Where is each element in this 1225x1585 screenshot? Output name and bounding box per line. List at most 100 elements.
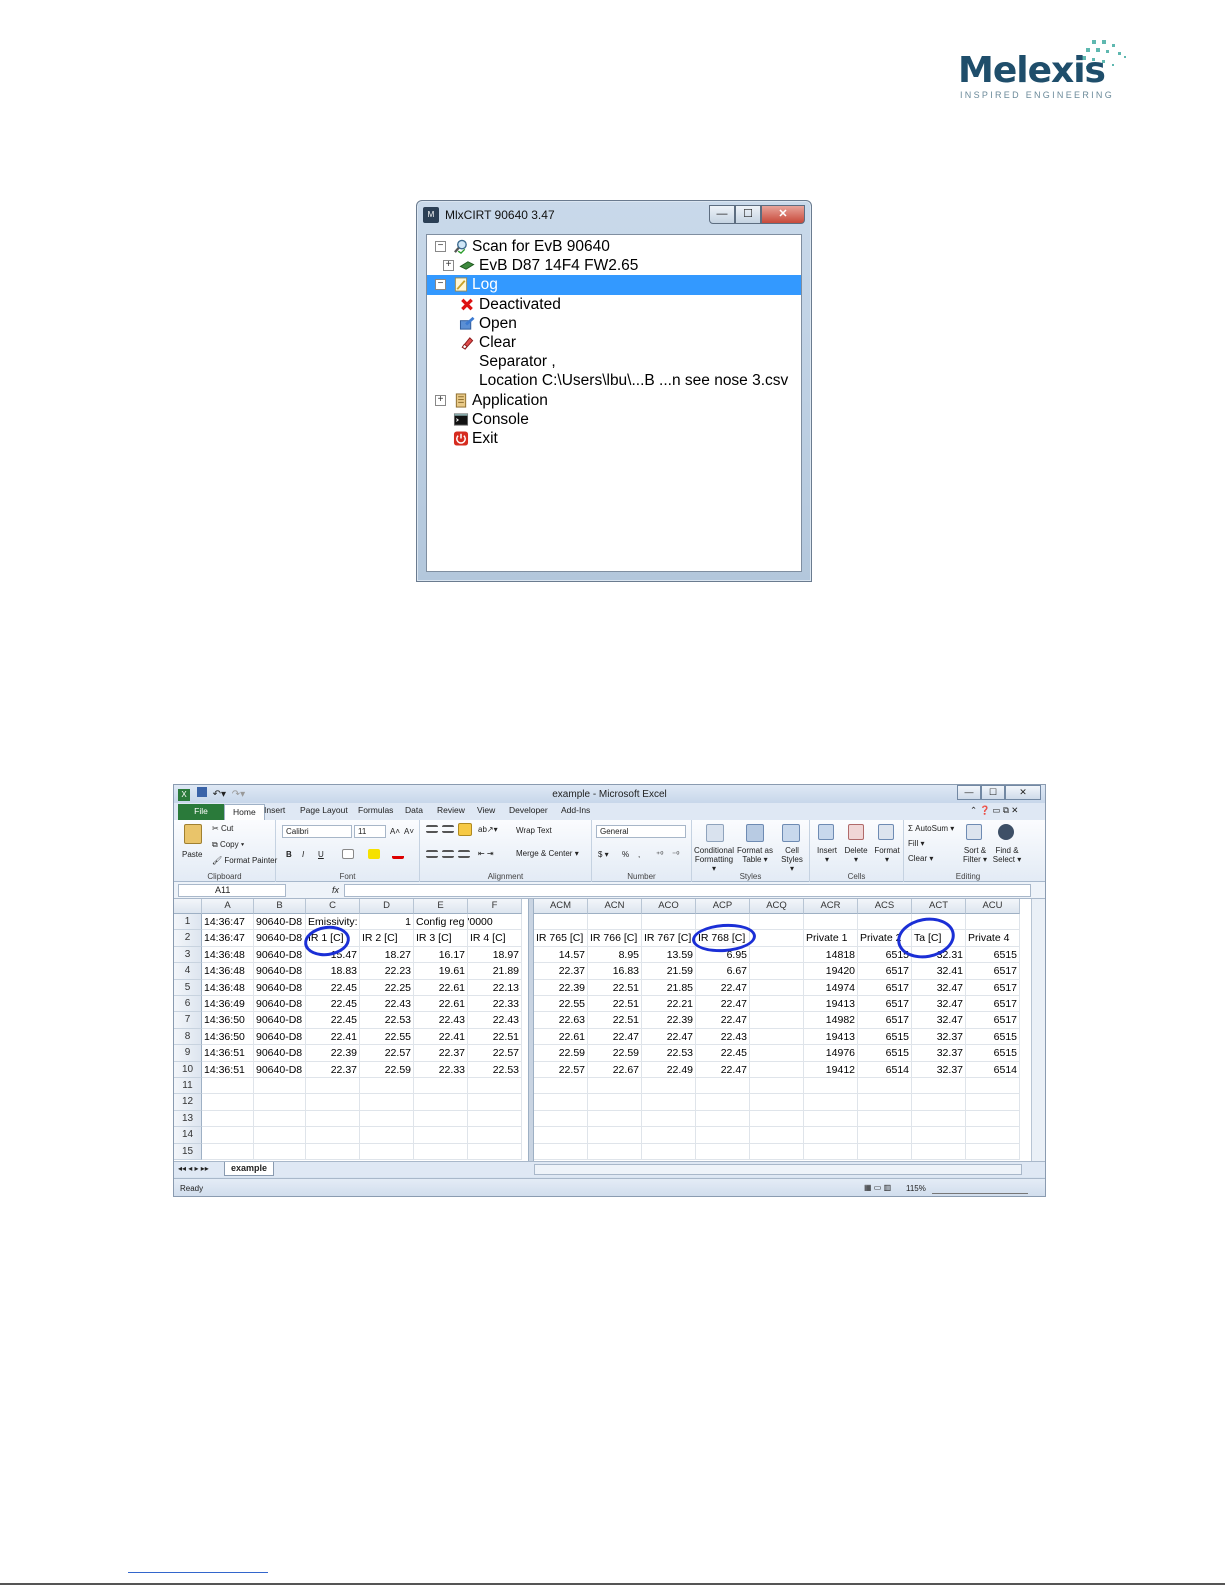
cell-act-10[interactable]: 32.37	[912, 1061, 966, 1078]
row-header[interactable]: 10	[174, 1061, 202, 1078]
align-center-icon[interactable]	[442, 850, 454, 858]
cell-f-1[interactable]	[468, 914, 522, 931]
cut-button[interactable]: ✂ Cut	[212, 824, 233, 833]
cell-e-3[interactable]: 16.17	[414, 946, 468, 964]
cell-d-2[interactable]: IR 2 [C]	[360, 930, 414, 947]
percent-button[interactable]: %	[622, 850, 629, 859]
cell-acn-1[interactable]	[588, 914, 642, 931]
cell-acn-14[interactable]	[588, 1127, 642, 1144]
italic-button[interactable]: I	[302, 850, 304, 859]
cell-e-1[interactable]: Config reg '0000	[414, 914, 493, 931]
fx-icon[interactable]: fx	[332, 885, 339, 895]
cell-acp-4[interactable]: 6.67	[696, 963, 750, 980]
cell-b-7[interactable]: 90640-D8	[254, 1012, 306, 1029]
tree-item-exit[interactable]: Exit	[427, 429, 801, 448]
cell-c-10[interactable]: 22.37	[306, 1061, 360, 1078]
cell-acq-1[interactable]	[750, 914, 804, 931]
cell-a-9[interactable]: 14:36:51	[202, 1045, 254, 1062]
cell-acm-13[interactable]	[534, 1110, 588, 1128]
cell-e-14[interactable]	[414, 1127, 468, 1144]
cell-b-5[interactable]: 90640-D8	[254, 979, 306, 996]
column-header[interactable]: ACU	[966, 899, 1020, 914]
select-all-corner[interactable]	[174, 899, 202, 914]
cell-aco-1[interactable]	[642, 914, 696, 931]
format-cells-button[interactable]: Format ▾	[872, 846, 902, 864]
align-bottom-icon[interactable]	[458, 823, 472, 836]
cell-d-14[interactable]	[360, 1127, 414, 1144]
cell-b-9[interactable]: 90640-D8	[254, 1045, 306, 1062]
cell-acp-15[interactable]	[696, 1143, 750, 1160]
row-header[interactable]: 8	[174, 1028, 202, 1046]
close-button[interactable]: ✕	[761, 205, 805, 224]
row-header[interactable]: 13	[174, 1110, 202, 1128]
cell-aco-6[interactable]: 22.21	[642, 996, 696, 1013]
cell-e-13[interactable]	[414, 1110, 468, 1128]
indent-icon[interactable]: ⇤ ⇥	[478, 849, 494, 858]
merge-center-button[interactable]: Merge & Center ▾	[516, 849, 579, 858]
maximize-button[interactable]: ☐	[981, 785, 1005, 800]
cell-e-5[interactable]: 22.61	[414, 979, 468, 996]
cell-acm-15[interactable]	[534, 1143, 588, 1160]
cell-acq-9[interactable]	[750, 1045, 804, 1062]
cell-acr-6[interactable]: 19413	[804, 996, 858, 1013]
cell-a-14[interactable]	[202, 1127, 254, 1144]
cell-f-13[interactable]	[468, 1110, 522, 1128]
row-header[interactable]: 11	[174, 1078, 202, 1095]
cell-acu-3[interactable]: 6515	[966, 946, 1020, 964]
insert-cells-button[interactable]: Insert ▾	[814, 846, 840, 864]
cell-f-4[interactable]: 21.89	[468, 963, 522, 980]
tree-item-clear[interactable]: Clear	[427, 333, 801, 352]
cell-aco-5[interactable]: 21.85	[642, 979, 696, 996]
cell-acm-9[interactable]: 22.59	[534, 1045, 588, 1062]
cell-aco-7[interactable]: 22.39	[642, 1012, 696, 1029]
cell-acr-9[interactable]: 14976	[804, 1045, 858, 1062]
cell-acs-11[interactable]	[858, 1078, 912, 1095]
cell-b-4[interactable]: 90640-D8	[254, 963, 306, 980]
tree-item-scan[interactable]: − Scan for EvB 90640	[427, 237, 801, 256]
cell-acm-6[interactable]: 22.55	[534, 996, 588, 1013]
help-icon[interactable]: ⌃ ❓ ▭ ⧉ ✕	[970, 805, 1018, 816]
cell-f-2[interactable]: IR 4 [C]	[468, 930, 522, 947]
cell-act-6[interactable]: 32.47	[912, 996, 966, 1013]
cell-acp-9[interactable]: 22.45	[696, 1045, 750, 1062]
tree-item-evb[interactable]: + EvB D87 14F4 FW2.65	[427, 256, 801, 275]
cell-act-9[interactable]: 32.37	[912, 1045, 966, 1062]
row-header[interactable]: 1	[174, 914, 202, 931]
cell-acu-1[interactable]	[966, 914, 1020, 931]
cell-acn-11[interactable]	[588, 1078, 642, 1095]
cell-c-6[interactable]: 22.45	[306, 996, 360, 1013]
cell-acu-8[interactable]: 6515	[966, 1028, 1020, 1046]
cell-aco-3[interactable]: 13.59	[642, 946, 696, 964]
tree-item-log[interactable]: − Log	[427, 275, 801, 295]
cell-acu-7[interactable]: 6517	[966, 1012, 1020, 1029]
cell-act-14[interactable]	[912, 1127, 966, 1144]
cell-f-9[interactable]: 22.57	[468, 1045, 522, 1062]
increase-decimal-button[interactable]: ⁺⁰	[656, 850, 663, 859]
tab-home[interactable]: Home	[224, 804, 265, 820]
cell-acr-12[interactable]	[804, 1094, 858, 1111]
cell-acn-6[interactable]: 22.51	[588, 996, 642, 1013]
cell-acn-9[interactable]: 22.59	[588, 1045, 642, 1062]
cell-d-3[interactable]: 18.27	[360, 946, 414, 964]
cell-e-10[interactable]: 22.33	[414, 1061, 468, 1078]
pane-splitter[interactable]	[528, 899, 534, 1161]
cell-a-11[interactable]	[202, 1078, 254, 1095]
column-header[interactable]: ACR	[804, 899, 858, 914]
shrink-font-button[interactable]: A˅	[404, 827, 414, 836]
cell-acm-10[interactable]: 22.57	[534, 1061, 588, 1078]
cell-act-4[interactable]: 32.41	[912, 963, 966, 980]
cell-b-8[interactable]: 90640-D8	[254, 1028, 306, 1046]
cell-c-14[interactable]	[306, 1127, 360, 1144]
cell-aco-2[interactable]: IR 767 [C]	[642, 930, 696, 947]
cell-a-12[interactable]	[202, 1094, 254, 1111]
cell-acm-7[interactable]: 22.63	[534, 1012, 588, 1029]
tab-file[interactable]: File	[178, 804, 224, 820]
tab-formulas[interactable]: Formulas	[358, 805, 393, 815]
cell-e-6[interactable]: 22.61	[414, 996, 468, 1013]
vertical-scrollbar[interactable]	[1031, 899, 1045, 1161]
grow-font-button[interactable]: A˄	[390, 827, 400, 836]
collapse-icon[interactable]: −	[435, 241, 446, 252]
find-select-button[interactable]: Find & Select ▾	[992, 846, 1022, 864]
fill-button[interactable]: Fill ▾	[908, 839, 924, 848]
cell-acs-8[interactable]: 6515	[858, 1028, 912, 1046]
